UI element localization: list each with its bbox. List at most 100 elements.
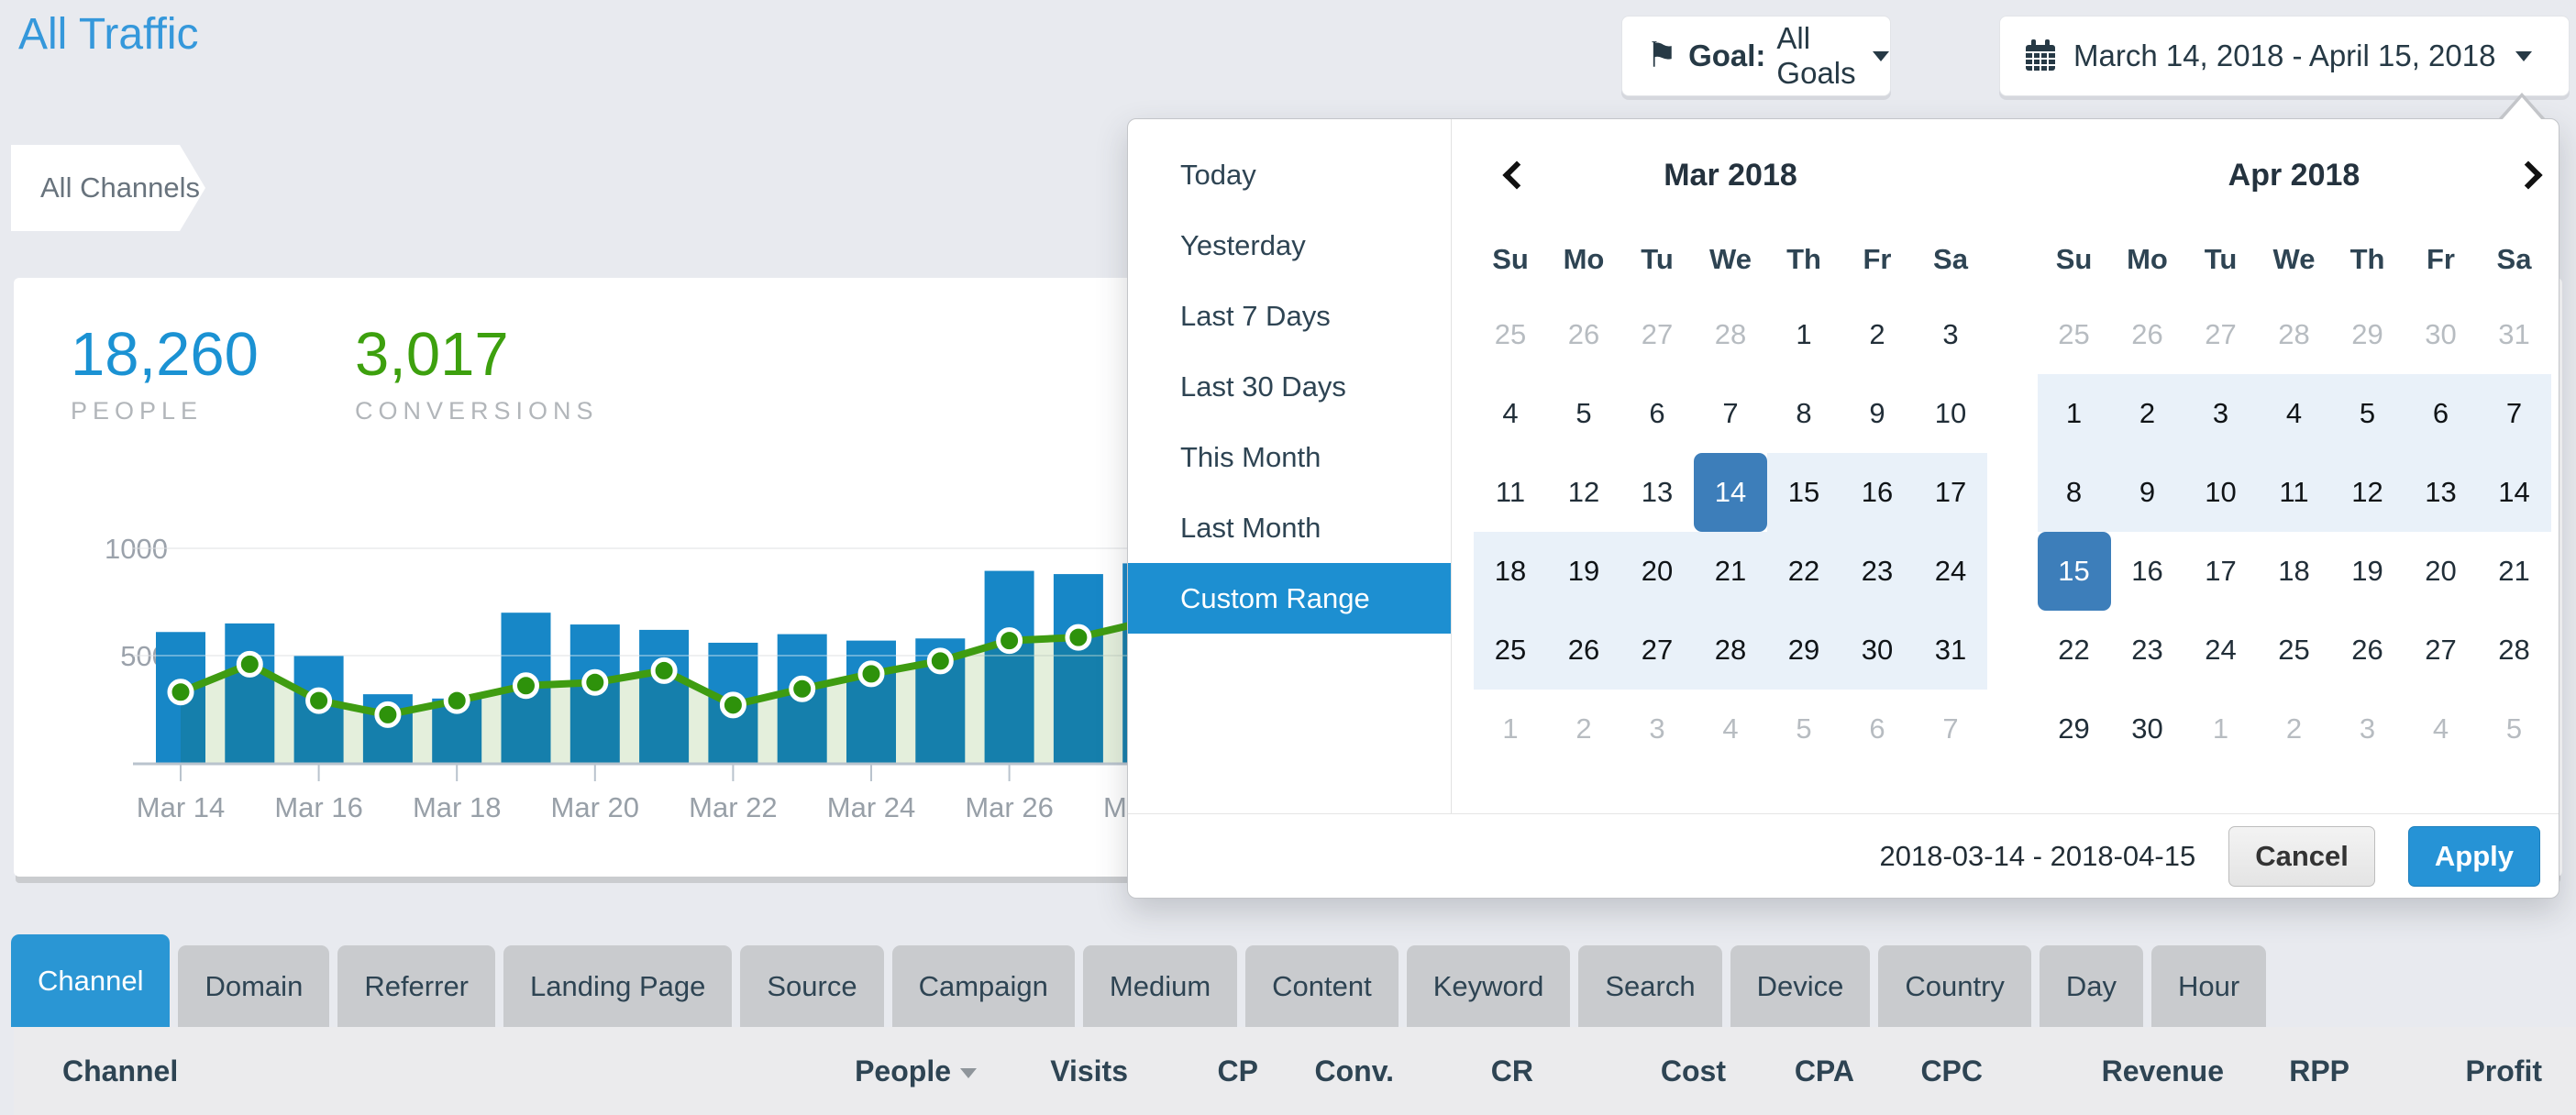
day-cell-normal[interactable]: 23 xyxy=(2111,611,2184,690)
column-header-cpc[interactable]: CPC xyxy=(1854,1054,1983,1088)
day-cell-range[interactable]: 11 xyxy=(2258,453,2331,532)
chart-point[interactable] xyxy=(377,703,399,725)
day-cell-normal[interactable]: 21 xyxy=(2478,532,2551,611)
day-cell-normal[interactable]: 25 xyxy=(2258,611,2331,690)
next-month-icon[interactable] xyxy=(2514,160,2542,189)
day-cell-muted[interactable]: 30 xyxy=(2405,295,2478,374)
day-cell-normal[interactable]: 24 xyxy=(2184,611,2258,690)
day-cell-normal[interactable]: 18 xyxy=(2258,532,2331,611)
day-cell-normal[interactable]: 28 xyxy=(2478,611,2551,690)
day-cell-range[interactable]: 2 xyxy=(2111,374,2184,453)
chart-point[interactable] xyxy=(515,675,537,697)
day-cell-range[interactable]: 24 xyxy=(1914,532,1987,611)
column-header-revenue[interactable]: Revenue xyxy=(1983,1054,2224,1088)
day-cell-muted[interactable]: 31 xyxy=(2478,295,2551,374)
column-header-cp[interactable]: CP xyxy=(1128,1054,1258,1088)
day-cell-range[interactable]: 27 xyxy=(1620,611,1694,690)
day-cell-normal[interactable]: 30 xyxy=(2111,690,2184,768)
column-header-profit[interactable]: Profit xyxy=(2349,1054,2542,1088)
chart-point[interactable] xyxy=(929,650,951,672)
day-cell-normal[interactable]: 26 xyxy=(2331,611,2405,690)
daterange-option-last-30-days[interactable]: Last 30 Days xyxy=(1128,351,1451,422)
day-cell-range[interactable]: 14 xyxy=(2478,453,2551,532)
day-cell-normal[interactable]: 22 xyxy=(2038,611,2111,690)
day-cell-selected[interactable]: 15 xyxy=(2038,532,2111,611)
column-header-rpp[interactable]: RPP xyxy=(2224,1054,2349,1088)
day-cell-muted[interactable]: 5 xyxy=(1767,690,1841,768)
chart-point[interactable] xyxy=(860,663,882,685)
day-cell-range[interactable]: 1 xyxy=(2038,374,2111,453)
day-cell-normal[interactable]: 2 xyxy=(1841,295,1914,374)
day-cell-range[interactable]: 5 xyxy=(2331,374,2405,453)
day-cell-normal[interactable]: 6 xyxy=(1620,374,1694,453)
day-cell-normal[interactable]: 17 xyxy=(2184,532,2258,611)
day-cell-range[interactable]: 16 xyxy=(1841,453,1914,532)
tab-keyword[interactable]: Keyword xyxy=(1407,945,1571,1027)
tab-domain[interactable]: Domain xyxy=(178,945,329,1027)
day-cell-muted[interactable]: 6 xyxy=(1841,690,1914,768)
day-cell-normal[interactable]: 19 xyxy=(2331,532,2405,611)
day-cell-range[interactable]: 18 xyxy=(1474,532,1547,611)
day-cell-muted[interactable]: 28 xyxy=(2258,295,2331,374)
day-cell-normal[interactable]: 7 xyxy=(1694,374,1767,453)
day-cell-normal[interactable]: 27 xyxy=(2405,611,2478,690)
day-cell-range[interactable]: 21 xyxy=(1694,532,1767,611)
day-cell-muted[interactable]: 25 xyxy=(1474,295,1547,374)
day-cell-muted[interactable]: 7 xyxy=(1914,690,1987,768)
day-cell-range[interactable]: 10 xyxy=(2184,453,2258,532)
day-cell-muted[interactable]: 4 xyxy=(2405,690,2478,768)
column-header-visits[interactable]: Visits xyxy=(977,1054,1128,1088)
day-cell-normal[interactable]: 16 xyxy=(2111,532,2184,611)
column-header-cpa[interactable]: CPA xyxy=(1726,1054,1854,1088)
tab-medium[interactable]: Medium xyxy=(1083,945,1237,1027)
day-cell-muted[interactable]: 3 xyxy=(2331,690,2405,768)
prev-month-icon[interactable] xyxy=(1502,160,1531,189)
day-cell-normal[interactable]: 5 xyxy=(1547,374,1620,453)
column-header-cost[interactable]: Cost xyxy=(1533,1054,1726,1088)
day-cell-range[interactable]: 25 xyxy=(1474,611,1547,690)
tab-channel[interactable]: Channel xyxy=(11,934,170,1027)
day-cell-normal[interactable]: 12 xyxy=(1547,453,1620,532)
column-header-people[interactable]: People xyxy=(821,1054,977,1088)
column-header-conv[interactable]: Conv. xyxy=(1258,1054,1394,1088)
day-cell-normal[interactable]: 3 xyxy=(1914,295,1987,374)
day-cell-normal[interactable]: 13 xyxy=(1620,453,1694,532)
day-cell-selected[interactable]: 14 xyxy=(1694,453,1767,532)
chart-point[interactable] xyxy=(238,653,260,675)
chart-point[interactable] xyxy=(791,678,813,700)
chart-point[interactable] xyxy=(1067,626,1089,648)
day-cell-range[interactable]: 17 xyxy=(1914,453,1987,532)
day-cell-normal[interactable]: 9 xyxy=(1841,374,1914,453)
tab-search[interactable]: Search xyxy=(1578,945,1721,1027)
day-cell-muted[interactable]: 26 xyxy=(2111,295,2184,374)
daterange-option-last-7-days[interactable]: Last 7 Days xyxy=(1128,281,1451,351)
day-cell-range[interactable]: 26 xyxy=(1547,611,1620,690)
day-cell-range[interactable]: 4 xyxy=(2258,374,2331,453)
day-cell-muted[interactable]: 2 xyxy=(1547,690,1620,768)
day-cell-normal[interactable]: 1 xyxy=(1767,295,1841,374)
day-cell-muted[interactable]: 4 xyxy=(1694,690,1767,768)
tab-source[interactable]: Source xyxy=(740,945,883,1027)
tab-landing-page[interactable]: Landing Page xyxy=(503,945,732,1027)
tab-hour[interactable]: Hour xyxy=(2151,945,2266,1027)
day-cell-range[interactable]: 6 xyxy=(2405,374,2478,453)
day-cell-muted[interactable]: 26 xyxy=(1547,295,1620,374)
day-cell-muted[interactable]: 5 xyxy=(2478,690,2551,768)
tab-campaign[interactable]: Campaign xyxy=(892,945,1075,1027)
day-cell-normal[interactable]: 4 xyxy=(1474,374,1547,453)
day-cell-range[interactable]: 7 xyxy=(2478,374,2551,453)
apply-button[interactable]: Apply xyxy=(2408,826,2540,887)
day-cell-range[interactable]: 22 xyxy=(1767,532,1841,611)
day-cell-range[interactable]: 23 xyxy=(1841,532,1914,611)
day-cell-range[interactable]: 30 xyxy=(1841,611,1914,690)
day-cell-muted[interactable]: 27 xyxy=(1620,295,1694,374)
day-cell-normal[interactable]: 20 xyxy=(2405,532,2478,611)
daterange-option-last-month[interactable]: Last Month xyxy=(1128,492,1451,563)
day-cell-range[interactable]: 15 xyxy=(1767,453,1841,532)
day-cell-range[interactable]: 3 xyxy=(2184,374,2258,453)
chart-point[interactable] xyxy=(446,690,468,712)
day-cell-range[interactable]: 9 xyxy=(2111,453,2184,532)
day-cell-muted[interactable]: 29 xyxy=(2331,295,2405,374)
day-cell-normal[interactable]: 10 xyxy=(1914,374,1987,453)
chart-point[interactable] xyxy=(584,671,606,693)
